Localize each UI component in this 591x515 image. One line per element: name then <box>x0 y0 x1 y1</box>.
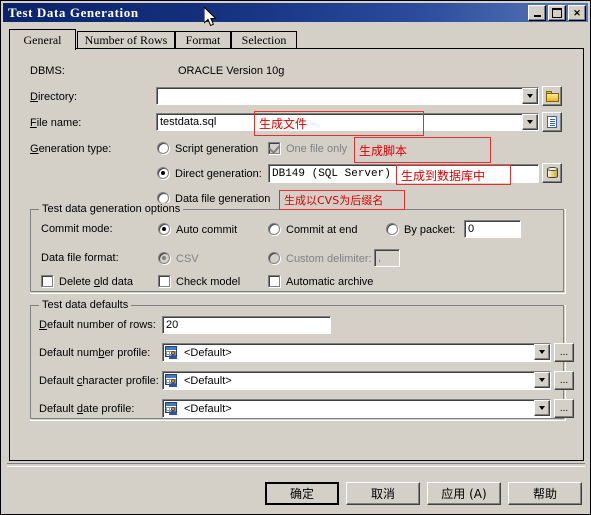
csv-label: CSV <box>176 253 199 265</box>
window-controls: ✕ <box>528 5 586 21</box>
cancel-button[interactable]: 取消 <box>346 482 420 505</box>
apply-button[interactable]: 应用 (A) <box>427 482 501 505</box>
directory-browse-button[interactable] <box>542 86 562 106</box>
test-data-generation-options-group: Test data generation options Commit mode… <box>30 203 566 294</box>
radio-commit-at-end[interactable] <box>268 223 280 235</box>
directory-input[interactable] <box>156 87 539 105</box>
commit-at-end-label: Commit at end <box>286 224 358 236</box>
default-number-profile-browse-button[interactable]: ... <box>554 343 574 362</box>
default-character-profile-value: <Default> <box>184 374 232 387</box>
maximize-icon <box>552 8 562 18</box>
default-date-profile-browse-button[interactable]: ... <box>554 399 574 418</box>
database-icon <box>546 167 558 179</box>
dbms-label: DBMS: <box>30 65 65 77</box>
folder-icon <box>545 90 559 102</box>
annotation-generate-cvs-suffix: 生成以CVS为后缀名 <box>279 190 405 210</box>
tab-general[interactable]: General <box>9 29 76 50</box>
radio-script-generation[interactable] <box>157 142 169 154</box>
minimize-button[interactable] <box>528 5 546 21</box>
default-character-profile-dropdown-arrow[interactable] <box>534 372 550 388</box>
check-model-label: Check model <box>176 276 241 288</box>
tab-number-of-rows[interactable]: Number of Rows <box>77 31 175 49</box>
defaults-group-caption: Test data defaults <box>39 299 132 311</box>
script-generation-label: Script generation <box>175 143 259 155</box>
radio-by-packet[interactable] <box>386 223 398 235</box>
checkbox-delete-old-data[interactable] <box>41 275 53 287</box>
tab-format[interactable]: Format <box>175 31 231 49</box>
close-icon: ✕ <box>573 7 581 18</box>
file-name-dropdown-arrow[interactable] <box>522 114 538 130</box>
tab-selection[interactable]: Selection <box>231 31 297 49</box>
file-name-browse-button[interactable] <box>542 112 562 132</box>
annotation-generate-script: 生成脚本 <box>354 137 491 163</box>
directory-label: Directory: <box>30 91 78 103</box>
default-number-profile-value: <Default> <box>184 346 232 359</box>
auto-commit-label: Auto commit <box>176 224 238 236</box>
annotation-generate-into-database: 生成到数据库中 <box>396 165 511 185</box>
delete-old-data-label: Delete old data <box>59 276 134 288</box>
annotation-generate-file: 生成文件 <box>254 111 424 136</box>
close-button[interactable]: ✕ <box>568 5 586 21</box>
checkbox-check-model[interactable] <box>158 275 170 287</box>
directory-dropdown-arrow[interactable] <box>522 88 538 104</box>
commit-mode-label: Commit mode: <box>41 223 113 235</box>
default-date-profile-value: <Default> <box>184 402 232 415</box>
radio-custom-delimiter[interactable] <box>268 252 280 264</box>
custom-delimiter-input[interactable]: , <box>374 249 400 267</box>
tab-page-general: DBMS: ORACLE Version 10g Directory: File… <box>9 48 584 461</box>
default-rows-label: Default number of rows: <box>39 319 156 331</box>
default-character-profile-label: Default character profile: <box>39 375 159 387</box>
document-icon <box>547 116 557 128</box>
default-date-profile-input[interactable]: <Default> <box>162 399 551 418</box>
tab-label: Number of Rows <box>84 33 168 47</box>
default-date-profile-dropdown-arrow[interactable] <box>534 400 550 416</box>
direct-generation-label: Direct generation: <box>175 168 262 180</box>
radio-auto-commit[interactable] <box>158 223 170 235</box>
data-file-generation-label: Data file generation <box>175 193 271 205</box>
default-number-profile-label: Default number profile: <box>39 347 151 359</box>
default-date-profile-label: Default date profile: <box>39 403 135 415</box>
default-character-profile-input[interactable]: <Default> <box>162 371 551 390</box>
dbms-value: ORACLE Version 10g <box>178 65 285 77</box>
custom-delimiter-label: Custom delimiter: <box>286 253 372 265</box>
dialog-window: Test Data Generation ✕ General Number of… <box>0 0 591 515</box>
default-character-profile-browse-button[interactable]: ... <box>554 371 574 390</box>
tab-strip: General Number of Rows Format Selection <box>9 29 584 50</box>
default-rows-input[interactable]: 20 <box>162 316 331 334</box>
radio-csv[interactable] <box>158 252 170 264</box>
by-packet-label: By packet: <box>404 224 456 236</box>
file-name-label: File name: <box>30 117 82 129</box>
test-data-defaults-group: Test data defaults Default number of row… <box>30 299 574 421</box>
direct-generation-db-button[interactable] <box>542 163 562 183</box>
by-packet-input[interactable]: 0 <box>464 220 521 238</box>
default-number-profile-input[interactable]: <Default> <box>162 343 551 362</box>
tab-label: Selection <box>241 33 287 47</box>
radio-direct-generation[interactable] <box>157 167 169 179</box>
help-button[interactable]: 帮助 <box>508 482 582 505</box>
window-title: Test Data Generation <box>8 4 139 20</box>
tab-label: Format <box>185 33 221 47</box>
title-bar: Test Data Generation ✕ <box>3 3 588 22</box>
footer-button-bar: 确定 取消 应用 (A) 帮助 <box>1 461 590 514</box>
automatic-archive-label: Automatic archive <box>286 276 374 288</box>
ok-button[interactable]: 确定 <box>265 482 339 505</box>
generation-type-label: Generation type: <box>30 143 112 155</box>
minimize-icon <box>533 14 541 17</box>
options-group-caption: Test data generation options <box>39 203 184 215</box>
tab-label: General <box>23 32 62 47</box>
data-file-format-label: Data file format: <box>41 252 119 264</box>
profile-icon <box>165 374 179 387</box>
maximize-button[interactable] <box>548 5 566 21</box>
profile-icon <box>165 402 179 415</box>
profile-icon <box>165 346 179 359</box>
default-number-profile-dropdown-arrow[interactable] <box>534 344 550 360</box>
checkbox-automatic-archive[interactable] <box>268 275 280 287</box>
checkbox-one-file-only[interactable] <box>268 142 280 154</box>
one-file-only-label: One file only <box>286 143 348 155</box>
